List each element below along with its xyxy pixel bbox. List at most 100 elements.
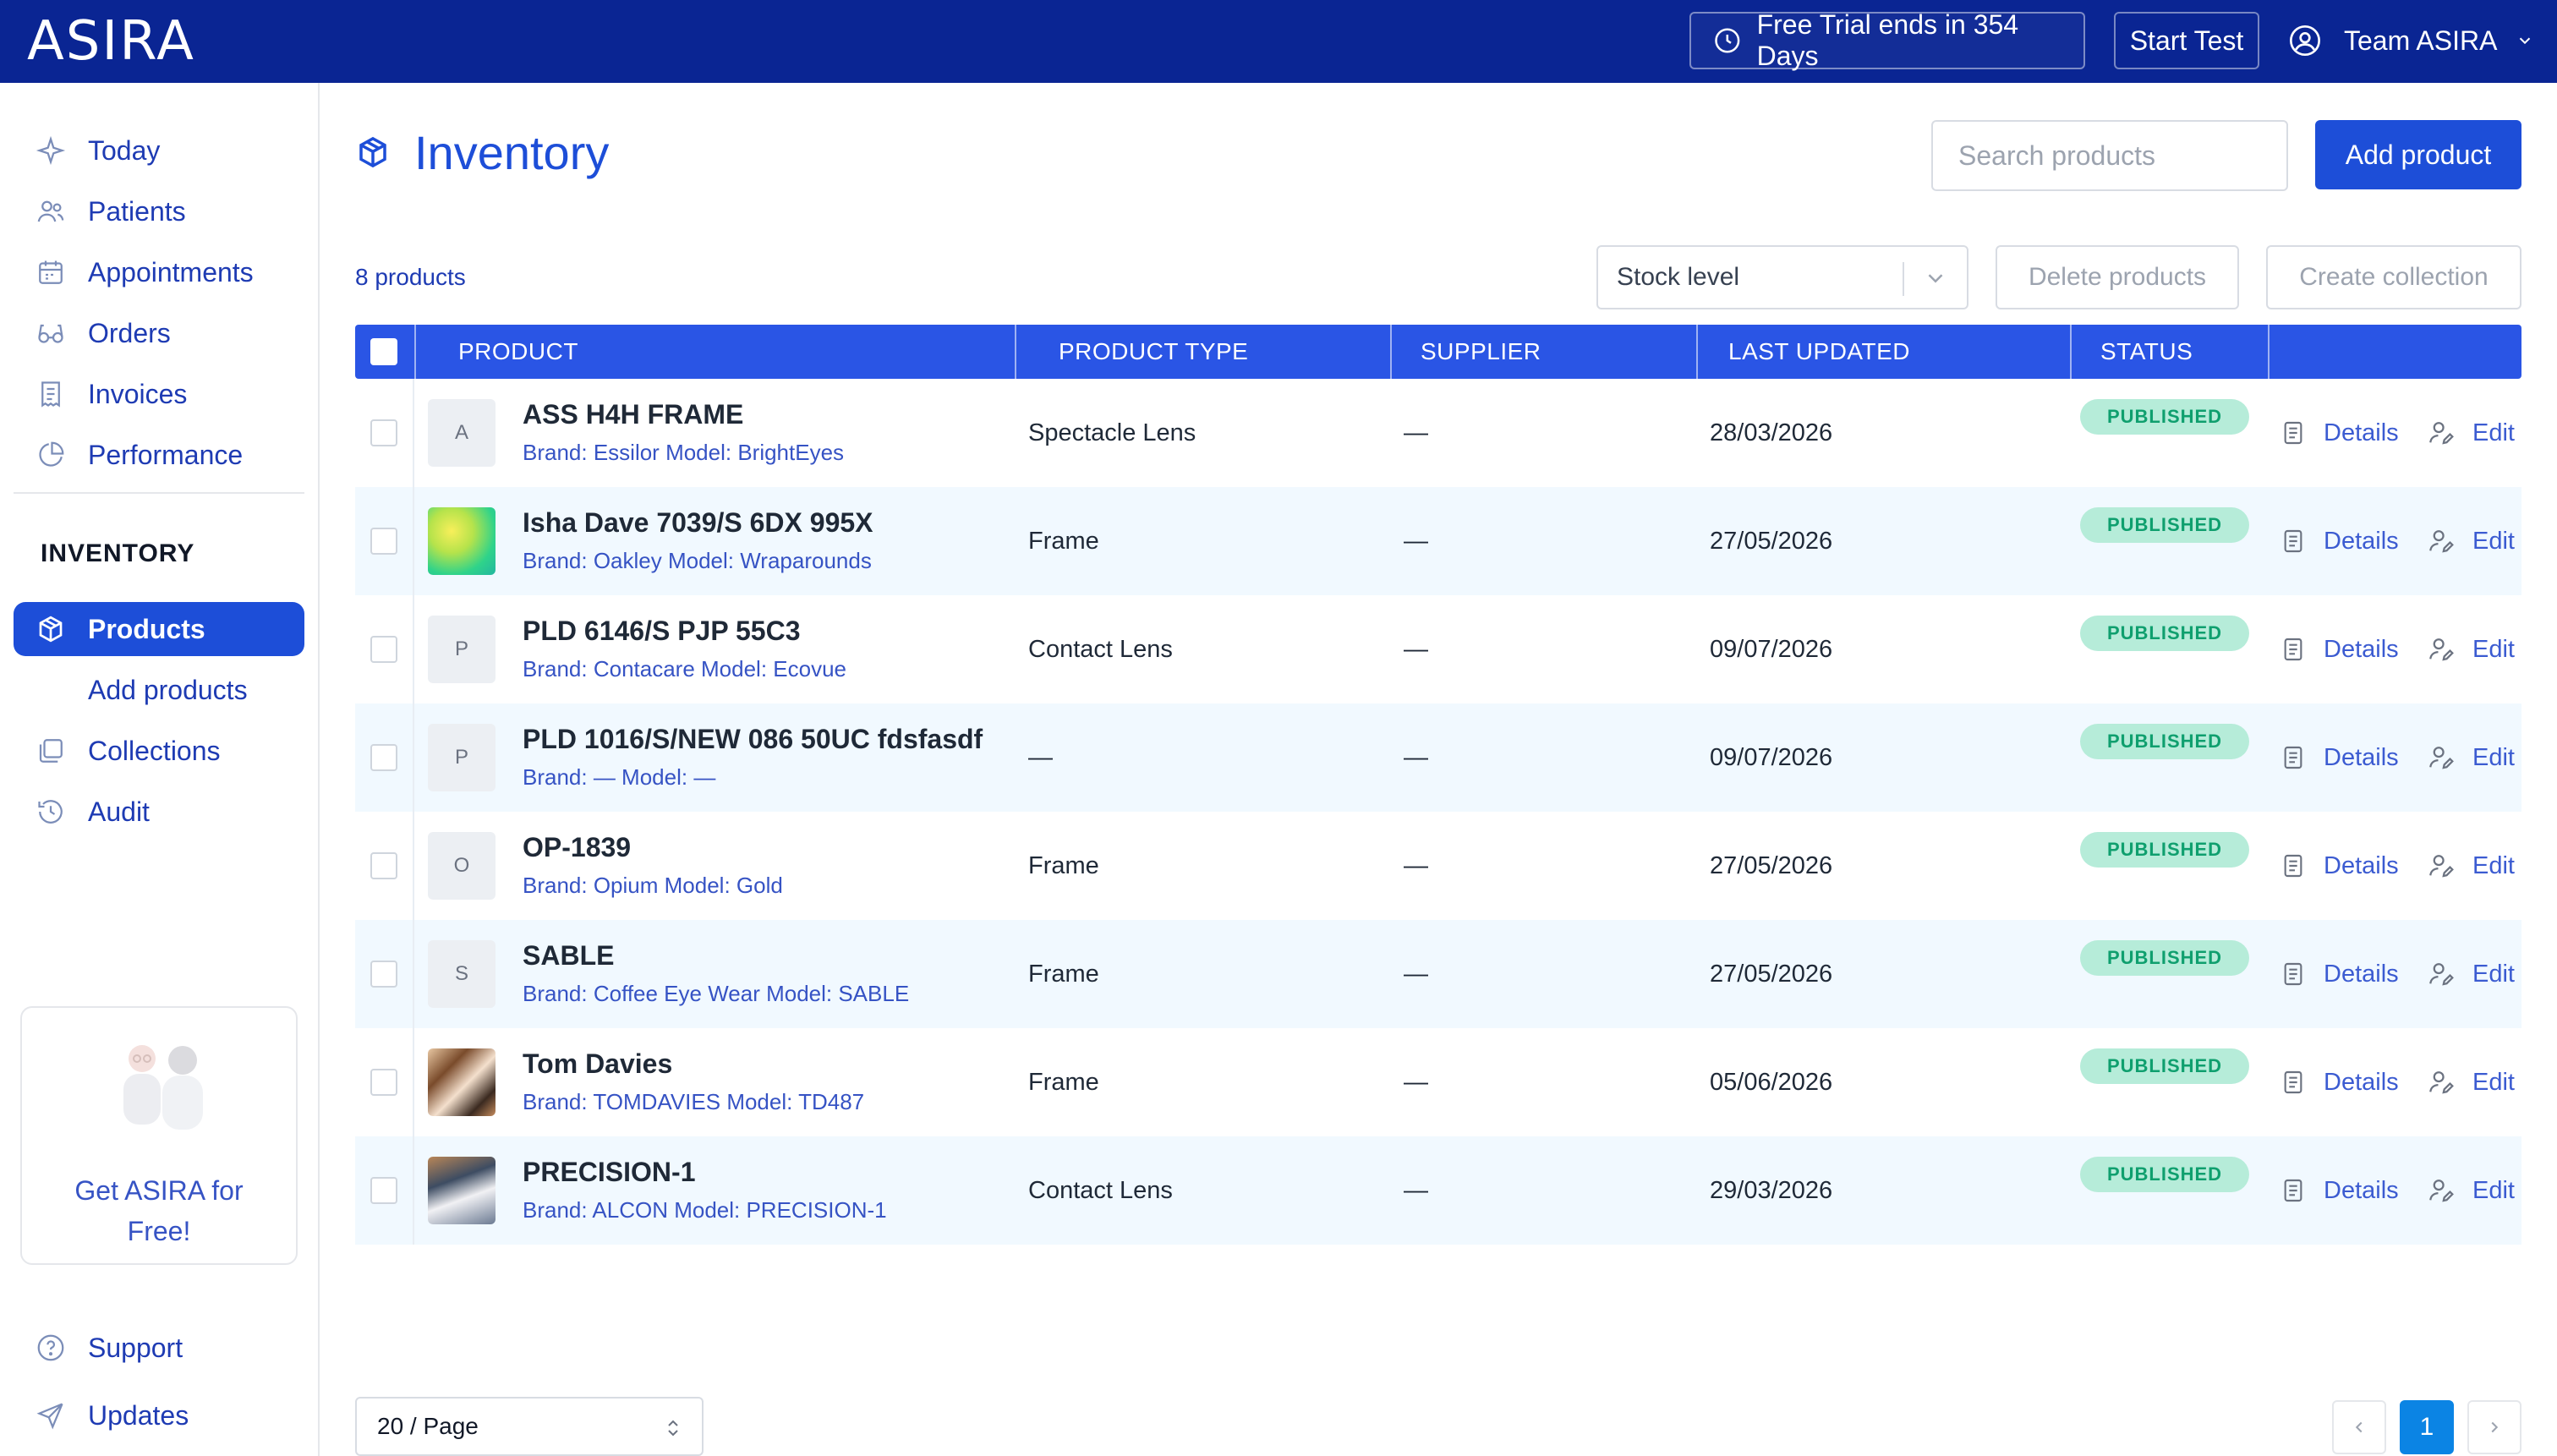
delete-products-button[interactable]: Delete products <box>1996 245 2239 309</box>
search-products-input[interactable] <box>1931 120 2288 191</box>
page-size-select[interactable]: 20 / Page <box>355 1397 704 1456</box>
column-header-product[interactable]: PRODUCT <box>416 325 1016 379</box>
product-name[interactable]: PLD 6146/S PJP 55C3 <box>523 616 801 647</box>
create-collection-button[interactable]: Create collection <box>2266 245 2521 309</box>
select-all-checkbox[interactable] <box>370 338 397 365</box>
add-product-button[interactable]: Add product <box>2315 120 2521 189</box>
table-row[interactable]: PRECISION-1 Brand: ALCON Model: PRECISIO… <box>355 1136 2521 1245</box>
document-icon <box>2284 1070 2302 1094</box>
product-thumbnail <box>428 1157 496 1224</box>
next-page-button[interactable] <box>2467 1400 2521 1454</box>
start-test-button[interactable]: Start Test <box>2114 12 2259 69</box>
sidebar-item-products[interactable]: Products <box>14 602 304 656</box>
details-button[interactable]: Details <box>2280 812 2399 920</box>
edit-button[interactable]: Edit <box>2427 703 2515 812</box>
chevron-down-icon <box>1928 274 1943 283</box>
last-updated: 05/06/2026 <box>1710 1068 1833 1096</box>
table-row[interactable]: O OP-1839 Brand: Opium Model: Gold Frame… <box>355 812 2521 920</box>
sidebar-item-updates[interactable]: Updates <box>14 1388 304 1442</box>
product-name[interactable]: PRECISION-1 <box>523 1157 695 1188</box>
edit-button[interactable]: Edit <box>2427 487 2515 595</box>
document-icon <box>2284 529 2302 553</box>
product-type: Frame <box>1028 960 1099 988</box>
row-checkbox[interactable] <box>370 528 397 555</box>
edit-label: Edit <box>2472 960 2515 988</box>
edit-label: Edit <box>2472 635 2515 663</box>
row-checkbox[interactable] <box>370 1069 397 1096</box>
sidebar-item-performance[interactable]: Performance <box>14 428 304 482</box>
row-checkbox[interactable] <box>370 744 397 771</box>
edit-button[interactable]: Edit <box>2427 1136 2515 1245</box>
product-name[interactable]: SABLE <box>523 940 614 972</box>
details-label: Details <box>2324 1176 2399 1204</box>
column-header-supplier[interactable]: SUPPLIER <box>1392 325 1698 379</box>
product-name[interactable]: PLD 1016/S/NEW 086 50UC fdsfasdf <box>523 724 983 755</box>
details-button[interactable]: Details <box>2280 595 2399 703</box>
details-button[interactable]: Details <box>2280 1136 2399 1245</box>
product-type: — <box>1028 743 1053 771</box>
product-name[interactable]: Isha Dave 7039/S 6DX 995X <box>523 507 873 539</box>
sidebar-item-orders[interactable]: Orders <box>14 306 304 360</box>
row-checkbox[interactable] <box>370 961 397 988</box>
sidebar-item-audit[interactable]: Audit <box>14 785 304 839</box>
product-thumbnail: O <box>428 832 496 900</box>
table-row[interactable]: Tom Davies Brand: TOMDAVIES Model: TD487… <box>355 1028 2521 1136</box>
chevron-left-icon <box>2355 1421 2363 1433</box>
table-row[interactable]: P PLD 6146/S PJP 55C3 Brand: Contacare M… <box>355 595 2521 703</box>
details-button[interactable]: Details <box>2280 379 2399 487</box>
table-row[interactable]: A ASS H4H FRAME Brand: Essilor Model: Br… <box>355 379 2521 487</box>
sidebar-item-invoices[interactable]: Invoices <box>14 367 304 421</box>
free-trial-button[interactable]: Free Trial ends in 354 Days <box>1689 9 2085 71</box>
sidebar-item-support[interactable]: Support <box>14 1321 304 1375</box>
user-circle-icon <box>2290 25 2320 56</box>
product-type: Contact Lens <box>1028 1176 1173 1204</box>
details-button[interactable]: Details <box>2280 703 2399 812</box>
page-number-current[interactable]: 1 <box>2400 1400 2454 1454</box>
asira-logo[interactable]: ASIRA <box>27 10 195 73</box>
row-checkbox[interactable] <box>370 1177 397 1204</box>
details-button[interactable]: Details <box>2280 1028 2399 1136</box>
column-header-product-type[interactable]: PRODUCT TYPE <box>1016 325 1392 379</box>
details-button[interactable]: Details <box>2280 920 2399 1028</box>
edit-button[interactable]: Edit <box>2427 812 2515 920</box>
product-name[interactable]: Tom Davies <box>523 1048 672 1080</box>
table-row[interactable]: Isha Dave 7039/S 6DX 995X Brand: Oakley … <box>355 487 2521 595</box>
product-meta: Brand: Contacare Model: Ecovue <box>523 656 846 681</box>
product-name[interactable]: OP-1839 <box>523 832 631 863</box>
sidebar-item-add-products[interactable]: Add products <box>14 663 304 717</box>
table-row[interactable]: S SABLE Brand: Coffee Eye Wear Model: SA… <box>355 920 2521 1028</box>
team-menu[interactable]: Team ASIRA <box>2288 12 2534 69</box>
row-checkbox[interactable] <box>370 852 397 879</box>
sidebar-item-today[interactable]: Today <box>14 123 304 178</box>
user-edit-icon <box>2429 1180 2454 1202</box>
edit-label: Edit <box>2472 1068 2515 1096</box>
free-trial-label: Free Trial ends in 354 Days <box>1756 9 2019 71</box>
sidebar-item-collections[interactable]: Collections <box>14 724 304 778</box>
product-meta: Brand: TOMDAVIES Model: TD487 <box>523 1089 865 1114</box>
row-checkbox[interactable] <box>370 419 397 446</box>
sidebar-item-label: Collections <box>88 735 221 766</box>
edit-button[interactable]: Edit <box>2427 379 2515 487</box>
sidebar-item-appointments[interactable]: Appointments <box>14 245 304 299</box>
column-header-last-updated[interactable]: LAST UPDATED <box>1698 325 2072 379</box>
user-edit-icon <box>2429 1071 2454 1094</box>
table-header: PRODUCT PRODUCT TYPE SUPPLIER LAST UPDAT… <box>355 325 2521 379</box>
product-type: Frame <box>1028 851 1099 879</box>
user-edit-icon <box>2429 963 2454 986</box>
promo-card[interactable]: Get ASIRA for Free! <box>20 1006 298 1265</box>
edit-button[interactable]: Edit <box>2427 920 2515 1028</box>
edit-button[interactable]: Edit <box>2427 1028 2515 1136</box>
last-updated: 09/07/2026 <box>1710 743 1833 771</box>
details-button[interactable]: Details <box>2280 487 2399 595</box>
column-header-status[interactable]: STATUS <box>2072 325 2270 379</box>
product-name[interactable]: ASS H4H FRAME <box>523 399 743 430</box>
product-thumbnail: P <box>428 724 496 791</box>
inventory-section-title: INVENTORY <box>41 539 195 567</box>
row-checkbox[interactable] <box>370 636 397 663</box>
sidebar-item-patients[interactable]: Patients <box>14 184 304 238</box>
edit-button[interactable]: Edit <box>2427 595 2515 703</box>
supplier: — <box>1404 527 1428 555</box>
previous-page-button[interactable] <box>2332 1400 2386 1454</box>
table-row[interactable]: P PLD 1016/S/NEW 086 50UC fdsfasdf Brand… <box>355 703 2521 812</box>
stock-level-select[interactable]: Stock level <box>1596 245 1968 309</box>
